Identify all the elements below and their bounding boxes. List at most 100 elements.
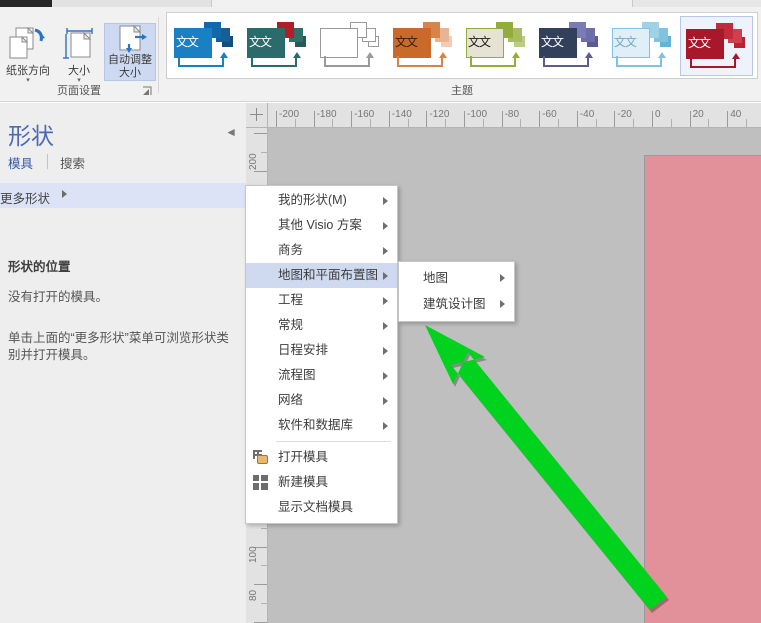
tab-stencil[interactable]: 模具: [8, 153, 33, 172]
chevron-right-icon: [383, 197, 388, 205]
menu-item-6[interactable]: 日程安排: [246, 338, 397, 363]
open-stencil-hint: 单击上面的“更多形状”菜单可浏览形状类别并打开模具。: [8, 331, 229, 362]
page-sheet[interactable]: [644, 155, 761, 623]
ribbon-tab-right[interactable]: [632, 0, 761, 7]
ruler-tick-minor: [261, 151, 267, 153]
ribbon-tab-area[interactable]: [212, 0, 632, 6]
theme-thumbnail-1[interactable]: 文文: [242, 16, 315, 76]
ruler-origin-corner[interactable]: [246, 103, 268, 128]
theme-thumbnail-3[interactable]: 文文: [388, 16, 461, 76]
ruler-label: -160: [354, 109, 375, 120]
menu-item-label: 打开模具: [278, 450, 329, 464]
tab-search[interactable]: 搜索: [60, 153, 85, 172]
theme-gallery[interactable]: 文文 文文 文文 文文 文文 文文 文文 文文 文文: [166, 12, 758, 79]
ruler-label: -140: [391, 109, 412, 120]
theme-connector-arrow: [732, 53, 740, 59]
chevron-right-icon: [383, 397, 388, 405]
submenu-item-0[interactable]: 地图: [399, 265, 514, 291]
submenu-item-1[interactable]: 建筑设计图: [399, 291, 514, 317]
ruler-tick-minor: [558, 119, 559, 127]
theme-sample-text: 文文: [395, 35, 418, 49]
menu-item-7[interactable]: 流程图: [246, 363, 397, 388]
theme-sample-text: 文文: [322, 35, 345, 49]
page-setup-dialog-launcher-icon[interactable]: [142, 86, 153, 97]
menu-item-label: 流程图: [278, 368, 316, 382]
ruler-tick: [313, 111, 315, 127]
maps-and-floorplans-submenu[interactable]: 地图 建筑设计图: [398, 261, 515, 322]
menu-item-1[interactable]: 其他 Visio 方案: [246, 213, 397, 238]
theme-connector-line: [543, 56, 589, 67]
collapse-panel-icon[interactable]: ◄: [225, 125, 237, 139]
theme-thumbnail-image: 文文: [393, 22, 456, 70]
ruler-tick: [576, 111, 578, 127]
ruler-tick-minor: [633, 119, 635, 127]
shapes-panel-body: 形状的位置 没有打开的模具。 单击上面的“更多形状”菜单可浏览形状类别并打开模具…: [0, 208, 246, 623]
theme-connector-line: [397, 56, 443, 67]
theme-thumbnail-image: 文文: [466, 22, 529, 70]
more-shapes-context-menu[interactable]: 我的形状(M) 其他 Visio 方案 商务地图和平面布置图工程常规 日程安排流程图网…: [245, 185, 398, 524]
auto-size-label-line1: 自动调整: [108, 54, 152, 66]
menu-item-9[interactable]: 软件和数据库: [246, 413, 397, 438]
theme-sample-text: 文文: [468, 35, 491, 49]
ruler-tick: [388, 111, 390, 127]
theme-connector-line: [324, 56, 370, 67]
theme-thumbnail-4[interactable]: 文文: [461, 16, 534, 76]
ruler-tick: [652, 111, 653, 127]
theme-sample-text: 文文: [614, 35, 637, 49]
ruler-tick: [727, 111, 729, 127]
theme-thumbnail-image: 文文: [539, 22, 602, 70]
menu-item-4[interactable]: 工程: [246, 288, 397, 313]
origin-crosshair-icon-v: [256, 108, 257, 121]
page-size-button[interactable]: 大小 ▾: [58, 25, 100, 84]
menu-item-0[interactable]: 我的形状(M): [246, 188, 397, 213]
ruler-tick-minor: [708, 119, 710, 127]
ruler-tick: [254, 584, 267, 586]
page-size-icon: [58, 25, 100, 65]
ruler-tick: [464, 111, 465, 127]
menu-item-8[interactable]: 网络: [246, 388, 397, 413]
menu-item-3[interactable]: 地图和平面布置图: [246, 263, 397, 288]
more-shapes-menu-button[interactable]: 更多形状: [0, 183, 246, 208]
horizontal-ruler[interactable]: -200 -180 -160 -140 -120 -100 -80 -60 -40 -20 0 20 4…: [268, 103, 761, 128]
theme-thumbnail-8[interactable]: 文文: [753, 16, 757, 76]
menu-item-11[interactable]: 打开模具: [246, 445, 397, 470]
ribbon-group-divider: [158, 17, 159, 93]
auto-size-button[interactable]: 自动调整 大小: [104, 23, 156, 81]
theme-connector-line: [470, 56, 516, 67]
ruler-tick-minor: [746, 119, 747, 127]
menu-item-12[interactable]: 新建模具: [246, 470, 397, 495]
theme-thumbnail-2[interactable]: 文文: [315, 16, 388, 76]
paper-orientation-button[interactable]: 纸张方向 ▾: [2, 25, 54, 84]
shapes-panel-tabs: 模具 搜索: [8, 153, 238, 175]
theme-thumbnail-0[interactable]: 文文: [169, 16, 242, 76]
window-tab-strip: [0, 0, 761, 7]
ribbon: 纸张方向 ▾ 大小 ▾ 自动调整 大小 页面设置 文文 文文 文文 文文 文文 …: [0, 7, 761, 102]
auto-size-label-line2: 大小: [119, 66, 141, 79]
menu-item-13[interactable]: 显示文档模具: [246, 495, 397, 520]
chevron-right-icon: [500, 300, 505, 308]
ruler-label: 100: [248, 546, 259, 563]
ruler-tick-minor: [520, 119, 522, 127]
chevron-right-icon: [383, 222, 388, 230]
ruler-tick-minor: [670, 119, 672, 127]
theme-connector-arrow: [293, 52, 301, 58]
theme-thumbnail-5[interactable]: 文文: [534, 16, 607, 76]
menu-item-2[interactable]: 商务: [246, 238, 397, 263]
more-shapes-label: 更多形状: [0, 192, 51, 206]
ruler-tick: [539, 111, 541, 127]
theme-thumbnail-6[interactable]: 文文: [607, 16, 680, 76]
themes-group-label: 主题: [451, 85, 473, 97]
theme-thumbnail-7[interactable]: 文文: [680, 16, 753, 76]
menu-item-label: 其他 Visio 方案: [278, 218, 362, 232]
no-stencil-message: 没有打开的模具。: [8, 290, 109, 304]
theme-sample-text: 文文: [688, 36, 711, 50]
theme-connector-line: [690, 57, 736, 68]
new-stencil-icon: [253, 475, 268, 490]
theme-sample-text: 文文: [249, 35, 272, 49]
ribbon-tab-active[interactable]: [52, 0, 212, 7]
menu-item-label: 新建模具: [278, 475, 329, 489]
chevron-right-icon: [383, 322, 388, 330]
menu-item-5[interactable]: 常规: [246, 313, 397, 338]
menu-item-label: 工程: [278, 293, 304, 307]
menu-item-label: 商务: [278, 243, 304, 257]
